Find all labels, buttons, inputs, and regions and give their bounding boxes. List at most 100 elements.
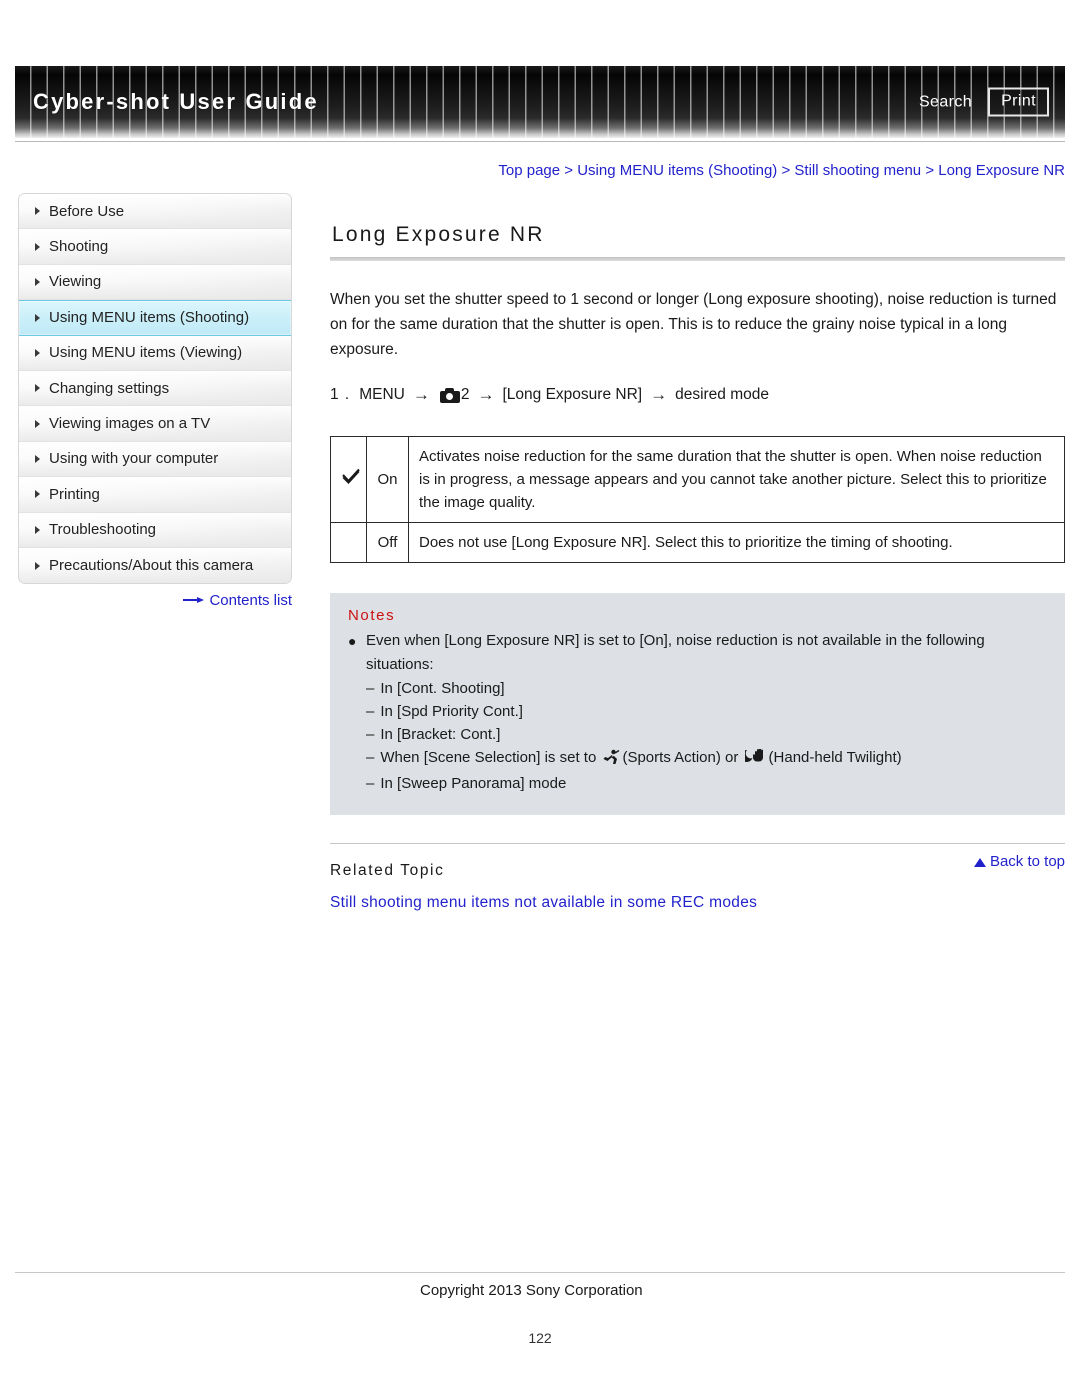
hand-held-twilight-icon [740, 748, 767, 772]
page-number: 122 [528, 1330, 552, 1346]
breadcrumb-item-top-page[interactable]: Top page [498, 162, 560, 179]
triangle-right-icon [35, 313, 40, 322]
site-header: Cyber-shot User Guide Search Print [15, 66, 1065, 138]
main-content: Long Exposure NR When you set the shutte… [330, 193, 1065, 912]
sidebar-nav: Before Use Shooting Viewing Using MENU i… [18, 193, 292, 585]
arrow-right-icon [183, 593, 205, 610]
sidebar-item-viewing-images-on-a-tv[interactable]: Viewing images on a TV [19, 406, 291, 442]
sidebar-item-before-use[interactable]: Before Use [19, 194, 291, 230]
breadcrumb-item-long-exposure-nr[interactable]: Long Exposure NR [938, 162, 1065, 179]
related-topic-heading: Related Topic [330, 862, 445, 879]
header-divider [15, 141, 1065, 142]
note-sub-item: – In [Bracket: Cont.] [348, 723, 1047, 746]
note-sub-item: – In [Spd Priority Cont.] [348, 700, 1047, 723]
step-menu-label: MENU [359, 386, 405, 403]
footer-divider [15, 1272, 1065, 1273]
sidebar-item-label: Using MENU items (Viewing) [49, 344, 243, 362]
sidebar-item-label: Before Use [49, 202, 125, 220]
related-topic-divider [330, 843, 1065, 844]
selected-indicator-cell [330, 522, 367, 563]
option-description-off: Does not use [Long Exposure NR]. Select … [408, 522, 1065, 563]
contents-list-label: Contents list [209, 592, 292, 609]
triangle-right-icon [35, 277, 40, 286]
option-description-on: Activates noise reduction for the same d… [408, 436, 1065, 523]
sidebar-item-label: Viewing images on a TV [49, 415, 211, 433]
selected-indicator-cell [330, 436, 367, 523]
dash-icon: – [366, 726, 375, 743]
dash-icon: – [366, 749, 375, 766]
triangle-right-icon [35, 348, 40, 357]
breadcrumb-separator: > [781, 162, 791, 179]
step-item-label: [Long Exposure NR] [502, 386, 643, 403]
note-sub-item: – In [Cont. Shooting] [348, 677, 1047, 700]
search-button[interactable]: Search [919, 93, 972, 111]
note-sub-item-text: In [Cont. Shooting] [380, 680, 505, 697]
sidebar-item-using-with-your-computer[interactable]: Using with your computer [19, 441, 291, 478]
note-or-label: or [725, 749, 739, 766]
notes-heading: Notes [348, 607, 396, 624]
arrow-label: → [477, 385, 495, 404]
step-result-label: desired mode [675, 386, 769, 403]
related-topic-link[interactable]: Still shooting menu items not available … [330, 894, 1065, 912]
note-sub-item-text: In [Sweep Panorama] mode [380, 775, 567, 792]
print-button[interactable]: Print [988, 87, 1049, 117]
sidebar-item-label: Using MENU items (Shooting) [49, 309, 250, 327]
triangle-right-icon [35, 525, 40, 534]
table-row: On Activates noise reduction for the sam… [330, 436, 1065, 523]
note-sub-item-text: In [Spd Priority Cont.] [380, 703, 523, 720]
sidebar-item-label: Precautions/About this camera [49, 557, 254, 575]
sports-action-icon [602, 749, 620, 772]
breadcrumb-separator: > [925, 162, 935, 179]
intro-paragraph: When you set the shutter speed to 1 seco… [330, 291, 1057, 358]
sidebar-item-troubleshooting[interactable]: Troubleshooting [19, 512, 291, 548]
sidebar-item-label: Using with your computer [49, 450, 219, 468]
sidebar-item-changing-settings[interactable]: Changing settings [19, 370, 291, 407]
notes-panel: Notes ● Even when [Long Exposure NR] is … [330, 593, 1065, 815]
bullet-icon: ● [348, 633, 357, 649]
header-actions: Search Print [919, 87, 1049, 117]
step-instruction: 1 . MENU → 2 → [Long Exposure NR] → desi… [330, 382, 1065, 408]
note-item: ● Even when [Long Exposure NR] is set to… [348, 629, 1047, 677]
sidebar-item-label: Viewing [49, 273, 102, 291]
sidebar-item-printing[interactable]: Printing [19, 477, 291, 513]
sidebar-item-label: Changing settings [49, 379, 170, 397]
dash-icon: – [366, 703, 375, 720]
note-sub-item-text: In [Bracket: Cont.] [380, 726, 501, 743]
breadcrumb-item-still-shooting-menu[interactable]: Still shooting menu [794, 162, 921, 179]
arrow-label: → [650, 385, 668, 404]
note-sub-item-text: When [Scene Selection] is set to [380, 749, 597, 766]
site-title: Cyber-shot User Guide [33, 89, 319, 114]
option-name-on: On [366, 436, 409, 523]
sidebar-item-using-menu-items-shooting[interactable]: Using MENU items (Shooting) [19, 300, 291, 336]
note-item-text: Even when [Long Exposure NR] is set to [… [366, 632, 985, 673]
page-title: Long Exposure NR [332, 223, 545, 246]
camera-icon [439, 387, 460, 403]
copyright-text: Copyright 2013 Sony Corporation [420, 1282, 643, 1299]
triangle-right-icon [35, 207, 40, 216]
title-divider [330, 257, 1065, 261]
sidebar-item-label: Shooting [49, 238, 109, 256]
sidebar-item-shooting[interactable]: Shooting [19, 229, 291, 265]
dash-icon: – [366, 680, 375, 697]
sidebar-item-using-menu-items-viewing[interactable]: Using MENU items (Viewing) [19, 335, 291, 371]
sidebar-item-precautions-about-this-camera[interactable]: Precautions/About this camera [19, 547, 291, 584]
table-row: Off Does not use [Long Exposure NR]. Sel… [330, 522, 1065, 563]
breadcrumb-item-using-menu-items-shooting[interactable]: Using MENU items (Shooting) [577, 162, 777, 179]
dash-icon: – [366, 775, 375, 792]
note-sub-item: – When [Scene Selection] is set to (Sport… [348, 746, 1047, 772]
triangle-right-icon [35, 561, 40, 570]
step-number: 1 . [330, 386, 351, 403]
contents-list-link[interactable]: Contents list [18, 592, 292, 610]
breadcrumb: Top page > Using MENU items (Shooting) >… [0, 162, 1065, 179]
note-icon2-label: (Hand-held Twilight) [768, 749, 902, 766]
sidebar-item-label: Troubleshooting [49, 521, 157, 539]
breadcrumb-separator: > [564, 162, 574, 179]
triangle-right-icon [35, 490, 40, 499]
triangle-right-icon [35, 242, 40, 251]
triangle-up-icon [973, 858, 986, 867]
back-to-top-label: Back to top [989, 853, 1065, 870]
triangle-right-icon [35, 454, 40, 463]
sidebar-item-viewing[interactable]: Viewing [19, 264, 291, 301]
triangle-right-icon [35, 419, 40, 428]
back-to-top-link[interactable]: Back to top [973, 853, 1065, 870]
